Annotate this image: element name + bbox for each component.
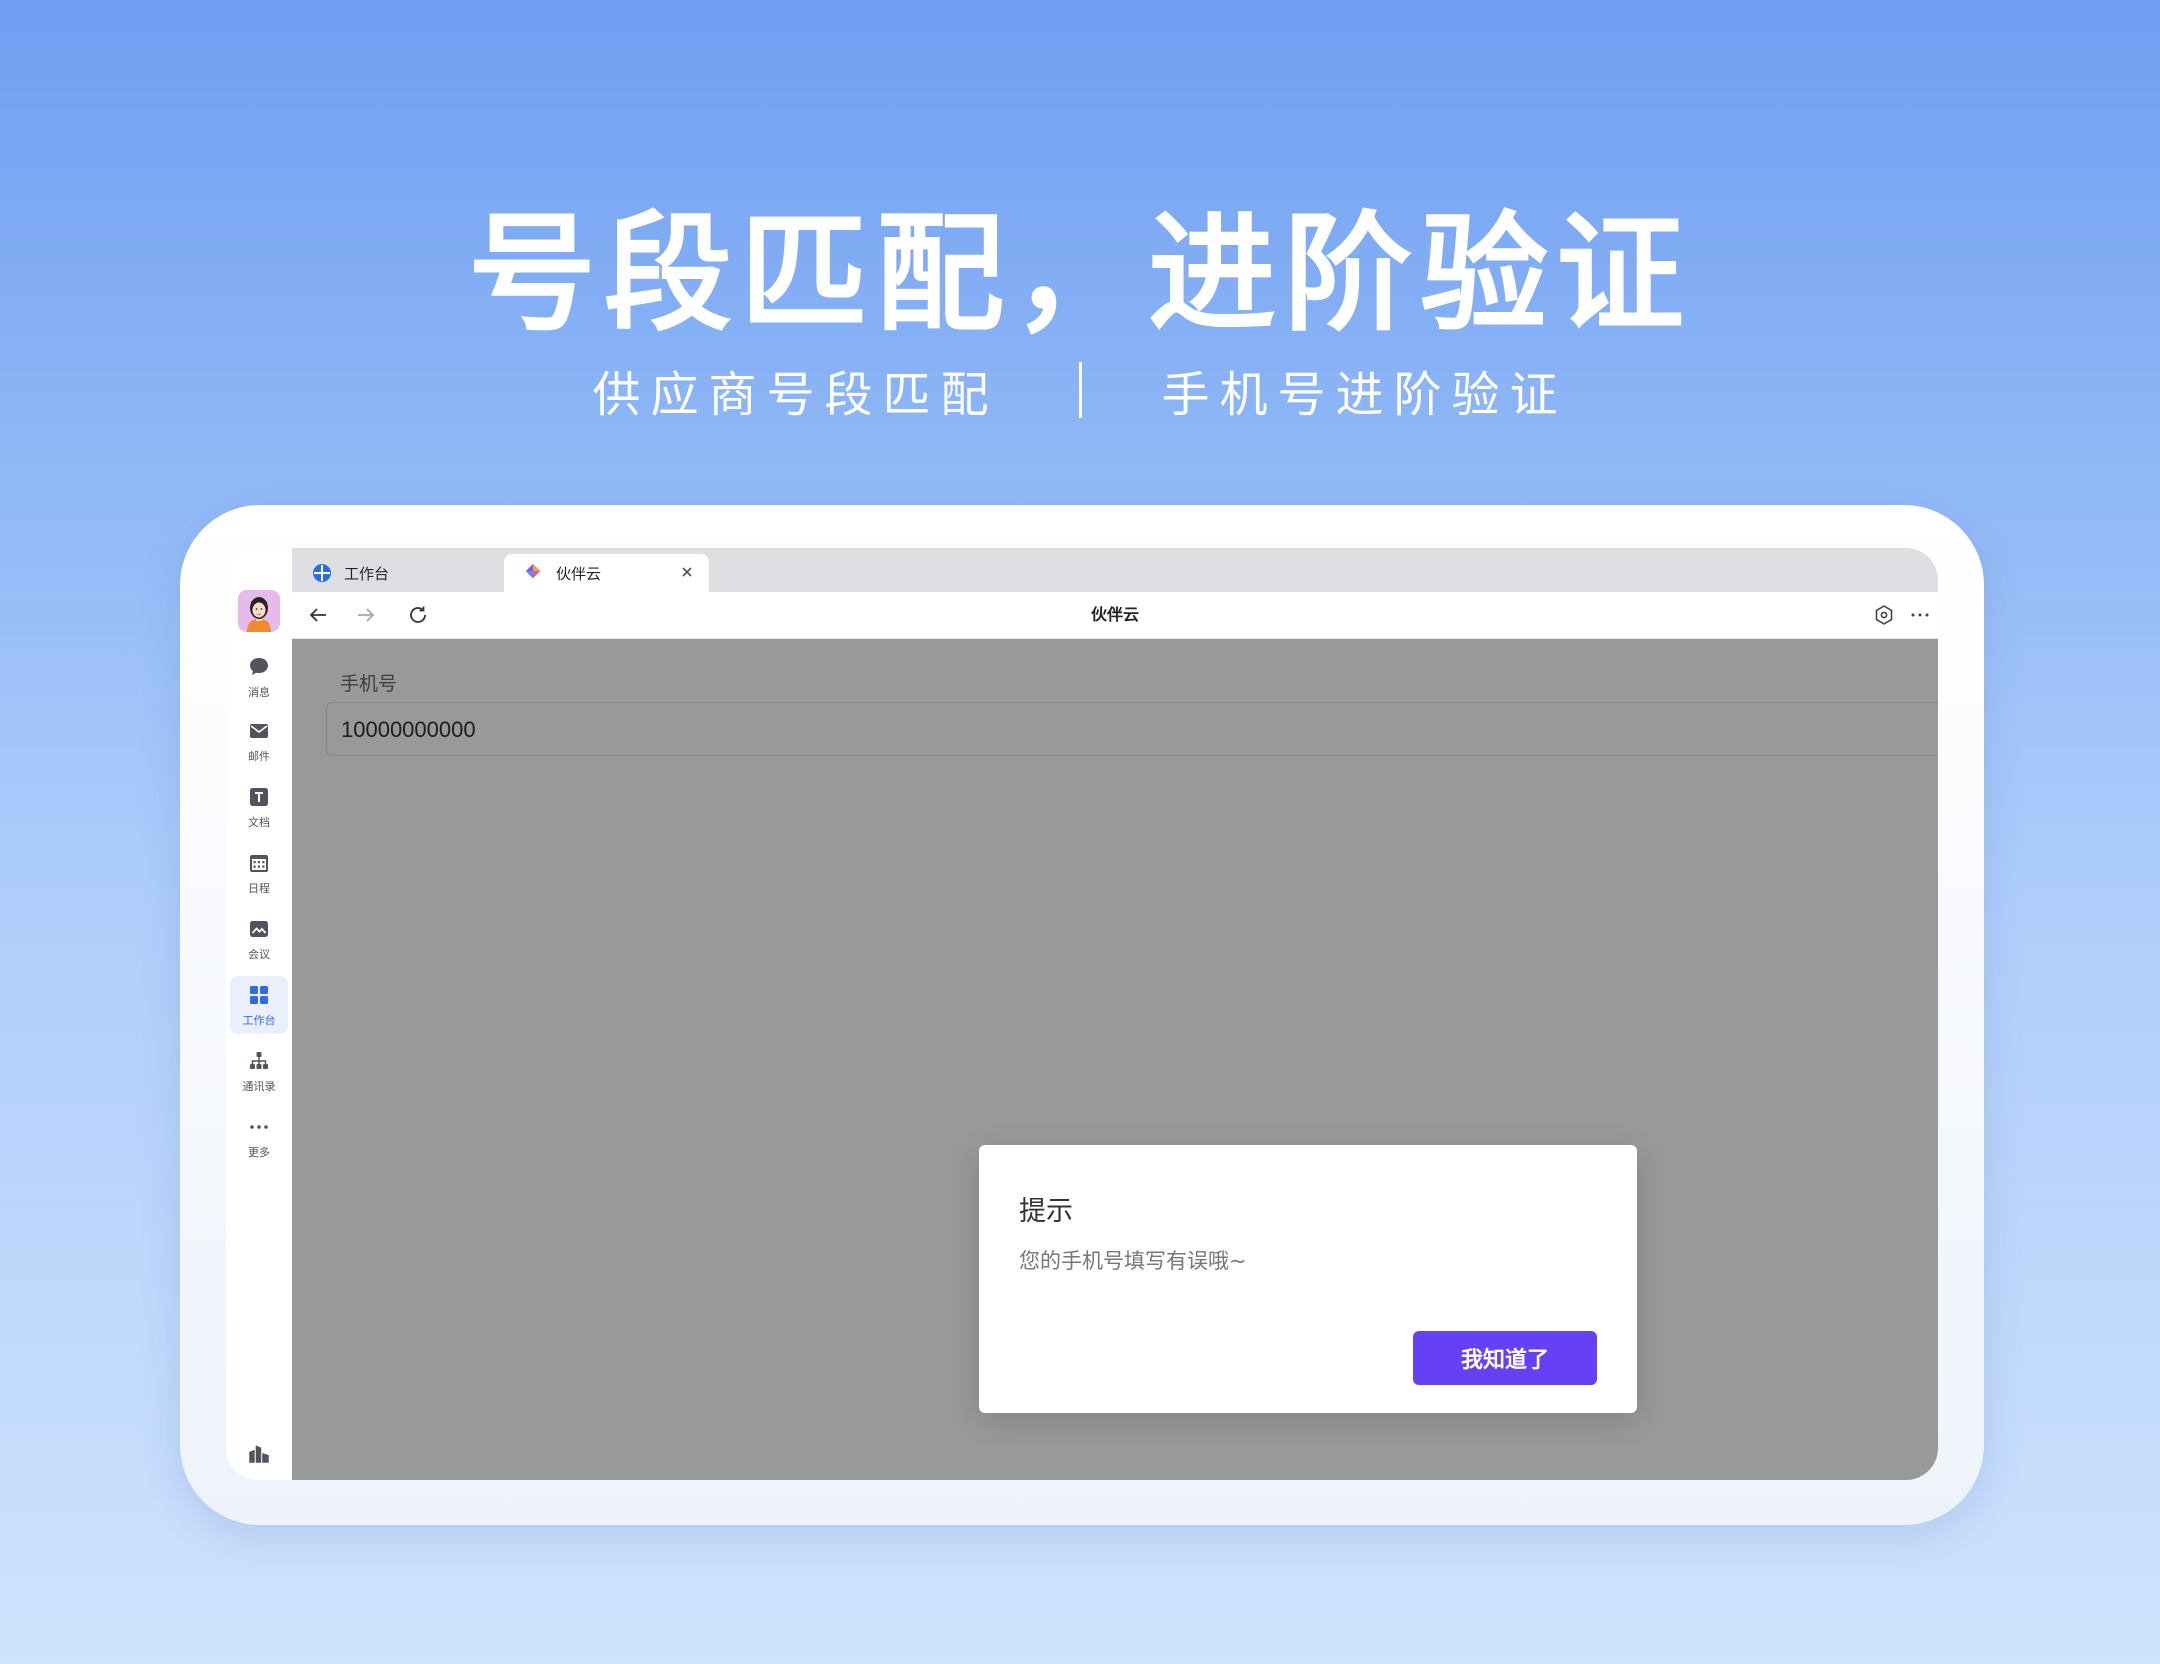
- chat-bubble-icon: [246, 654, 272, 680]
- forward-arrow-icon[interactable]: [354, 603, 378, 627]
- workbench-tab-icon: [312, 563, 332, 583]
- app-screen: 消息 邮件 文档 日程 会议 工作台 通讯录 更多 工作台 伙伴云 伙伴云 手机…: [226, 548, 1938, 1480]
- banner-headline: 号段匹配，进阶验证: [467, 200, 1692, 349]
- huobanyun-logo-icon: [524, 563, 544, 583]
- sidebar-item-label: 更多: [248, 1146, 270, 1159]
- tab-label: 工作台: [344, 564, 390, 583]
- sidebar-item-calendar[interactable]: 日程: [230, 844, 288, 902]
- dialog-message: 您的手机号填写有误哦~: [1019, 1249, 1247, 1273]
- sidebar-item-meeting[interactable]: 会议: [230, 910, 288, 968]
- confirm-button[interactable]: 我知道了: [1413, 1331, 1597, 1385]
- docs-icon: [246, 784, 272, 810]
- sidebar-item-label: 工作台: [242, 1014, 276, 1027]
- settings-hex-icon[interactable]: [1872, 603, 1896, 627]
- sidebar-item-docs[interactable]: 文档: [230, 778, 288, 836]
- tab-label: 伙伴云: [556, 564, 602, 583]
- more-options-icon[interactable]: [1908, 603, 1932, 627]
- sidebar-item-label: 通讯录: [242, 1080, 276, 1093]
- app-sidebar: 消息 邮件 文档 日程 会议 工作台 通讯录 更多: [226, 548, 293, 1480]
- sidebar-item-label: 邮件: [248, 750, 270, 763]
- banner-separator: [1078, 362, 1082, 418]
- sidebar-item-messages[interactable]: 消息: [230, 648, 288, 706]
- sidebar-item-label: 会议: [248, 948, 270, 961]
- refresh-icon[interactable]: [406, 603, 430, 627]
- sidebar-item-contacts[interactable]: 通讯录: [230, 1042, 288, 1100]
- sidebar-item-workbench[interactable]: 工作台: [230, 976, 288, 1034]
- sidebar-item-label: 消息: [248, 686, 270, 699]
- sidebar-item-more[interactable]: 更多: [230, 1108, 288, 1166]
- user-avatar[interactable]: [238, 590, 280, 632]
- browser-toolbar: 伙伴云: [292, 592, 1938, 639]
- page-title: 伙伴云: [1090, 605, 1139, 624]
- alert-dialog: 提示 您的手机号填写有误哦~ 我知道了: [979, 1145, 1637, 1413]
- more-dots-icon: [246, 1114, 272, 1140]
- sidebar-item-label: 日程: [248, 882, 270, 895]
- banner-sub-right: 手机号进阶验证: [1161, 367, 1568, 423]
- calendar-icon: [246, 850, 272, 876]
- browser-tab-bar: 工作台 伙伴云: [292, 548, 1938, 592]
- app-directory-icon[interactable]: [246, 1440, 272, 1466]
- tablet-frame: 消息 邮件 文档 日程 会议 工作台 通讯录 更多 工作台 伙伴云 伙伴云 手机…: [180, 505, 1984, 1525]
- banner-subline: 供应商号段匹配 手机号进阶验证: [0, 360, 2160, 423]
- workbench-grid-icon: [246, 982, 272, 1008]
- tab-workbench[interactable]: 工作台: [292, 554, 504, 592]
- meeting-icon: [246, 916, 272, 942]
- sidebar-item-mail[interactable]: 邮件: [230, 712, 288, 770]
- dialog-title: 提示: [1019, 1196, 1073, 1227]
- back-arrow-icon[interactable]: [306, 603, 330, 627]
- mail-icon: [246, 718, 272, 744]
- org-contacts-icon: [246, 1048, 272, 1074]
- tab-huobanyun[interactable]: 伙伴云: [504, 554, 709, 592]
- banner-sub-left: 供应商号段匹配: [592, 367, 999, 423]
- close-tab-icon[interactable]: [677, 562, 697, 582]
- sidebar-item-label: 文档: [248, 816, 270, 829]
